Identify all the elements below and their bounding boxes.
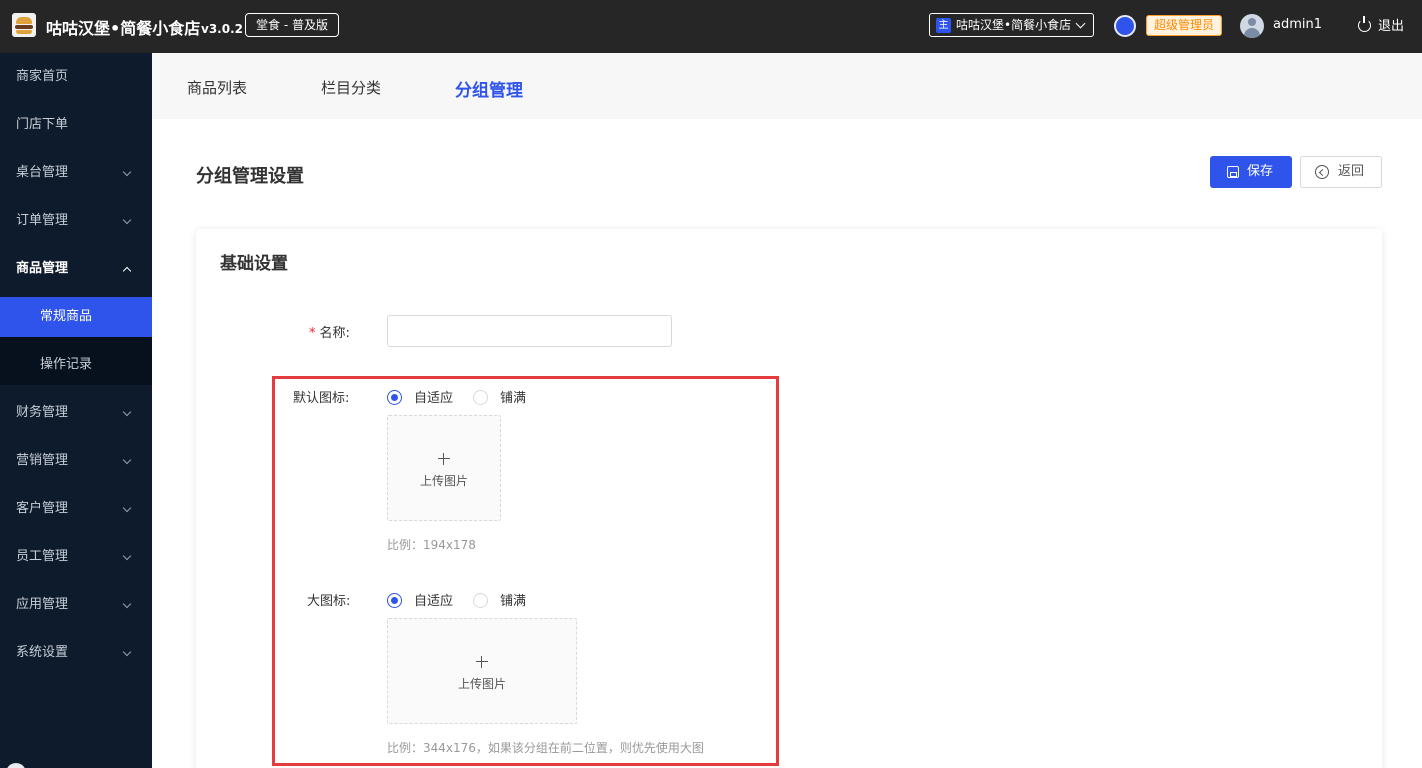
annotation-highlight-box: [272, 376, 779, 766]
sidebar-item-label: 商品管理: [16, 261, 69, 276]
sidebar-item-home[interactable]: 商家首页: [0, 53, 152, 101]
sidebar-item-staff[interactable]: 员工管理: [0, 533, 152, 581]
store-name: 咕咕汉堡•简餐小食店: [956, 18, 1072, 32]
edition-badge: 堂食 - 普及版: [245, 13, 339, 37]
tab-bar: 商品列表 栏目分类 分组管理: [152, 53, 1422, 119]
tab-product-list[interactable]: 商品列表: [187, 77, 247, 98]
app-version: v3.0.2: [201, 22, 243, 36]
sidebar-item-settings[interactable]: 系统设置: [0, 629, 152, 677]
sidebar-item-label: 门店下单: [16, 117, 69, 132]
sidebar-item-customers[interactable]: 客户管理: [0, 485, 152, 533]
page-title: 分组管理设置: [196, 166, 304, 187]
chevron-down-icon: [122, 455, 132, 465]
sidebar-item-marketing[interactable]: 营销管理: [0, 437, 152, 485]
sidebar-item-orders[interactable]: 订单管理: [0, 197, 152, 245]
section-title: 基础设置: [220, 254, 288, 274]
tab-category[interactable]: 栏目分类: [321, 77, 381, 98]
burger-logo-icon: [12, 13, 36, 37]
name-input[interactable]: [387, 315, 672, 347]
sidebar-item-label: 系统设置: [16, 645, 69, 660]
chevron-down-icon: [122, 407, 132, 417]
chevron-up-icon: [122, 266, 132, 276]
chevron-down-icon: [122, 167, 132, 177]
role-badge: 超级管理员: [1146, 15, 1223, 36]
name-label-text: 名称:: [319, 326, 350, 341]
username[interactable]: admin1: [1273, 17, 1322, 32]
sidebar-item-label: 营销管理: [16, 453, 69, 468]
logout-button[interactable]: 退出: [1358, 15, 1404, 34]
chevron-down-icon: [122, 647, 132, 657]
store-select[interactable]: 主 咕咕汉堡•简餐小食店: [929, 13, 1094, 37]
sidebar-item-label: 订单管理: [16, 213, 69, 228]
back-button[interactable]: 返回: [1300, 156, 1382, 188]
save-button[interactable]: 保存: [1210, 156, 1292, 188]
sidebar-subitem-label: 操作记录: [40, 357, 93, 372]
name-label: * 名称:: [309, 322, 350, 341]
sidebar-item-label: 财务管理: [16, 405, 69, 420]
help-icon[interactable]: [6, 763, 26, 768]
chevron-down-icon: [122, 599, 132, 609]
sidebar-item-label: 员工管理: [16, 549, 69, 564]
sidebar-subitem-operation-log[interactable]: 操作记录: [0, 337, 152, 385]
sidebar-item-label: 应用管理: [16, 597, 69, 612]
sidebar-item-products[interactable]: 商品管理: [0, 245, 152, 293]
sidebar-subitem-label: 常规商品: [40, 309, 93, 324]
save-button-label: 保存: [1247, 164, 1274, 179]
sidebar-item-finance[interactable]: 财务管理: [0, 389, 152, 437]
sidebar-item-label: 桌台管理: [16, 165, 69, 180]
sidebar-item-apps[interactable]: 应用管理: [0, 581, 152, 629]
save-icon: [1227, 166, 1239, 178]
chevron-down-icon: [122, 215, 132, 225]
sidebar: 商家首页 门店下单 桌台管理 订单管理 商品管理 常规商品 操作记录 财务管理 …: [0, 53, 152, 768]
sidebar-item-store-order[interactable]: 门店下单: [0, 101, 152, 149]
power-icon: [1358, 16, 1371, 32]
sidebar-subitem-regular-products[interactable]: 常规商品: [0, 297, 152, 337]
main-store-tag: 主: [936, 18, 951, 33]
sidebar-item-label: 商家首页: [16, 69, 69, 84]
chevron-down-icon: [122, 551, 132, 561]
chevron-down-icon: [122, 503, 132, 513]
sidebar-item-label: 客户管理: [16, 501, 69, 516]
logout-label: 退出: [1378, 19, 1405, 34]
back-button-label: 返回: [1338, 164, 1365, 179]
avatar[interactable]: [1240, 14, 1264, 38]
status-indicator[interactable]: [1114, 15, 1136, 37]
top-bar: 咕咕汉堡•简餐小食店 v3.0.2 堂食 - 普及版 主 咕咕汉堡•简餐小食店 …: [0, 0, 1422, 53]
sidebar-item-tables[interactable]: 桌台管理: [0, 149, 152, 197]
app-title: 咕咕汉堡•简餐小食店: [46, 19, 201, 38]
back-arrow-icon: [1315, 165, 1329, 179]
chevron-down-icon: [1075, 18, 1086, 29]
required-asterisk: *: [309, 326, 316, 341]
tab-group-management[interactable]: 分组管理: [455, 76, 523, 101]
